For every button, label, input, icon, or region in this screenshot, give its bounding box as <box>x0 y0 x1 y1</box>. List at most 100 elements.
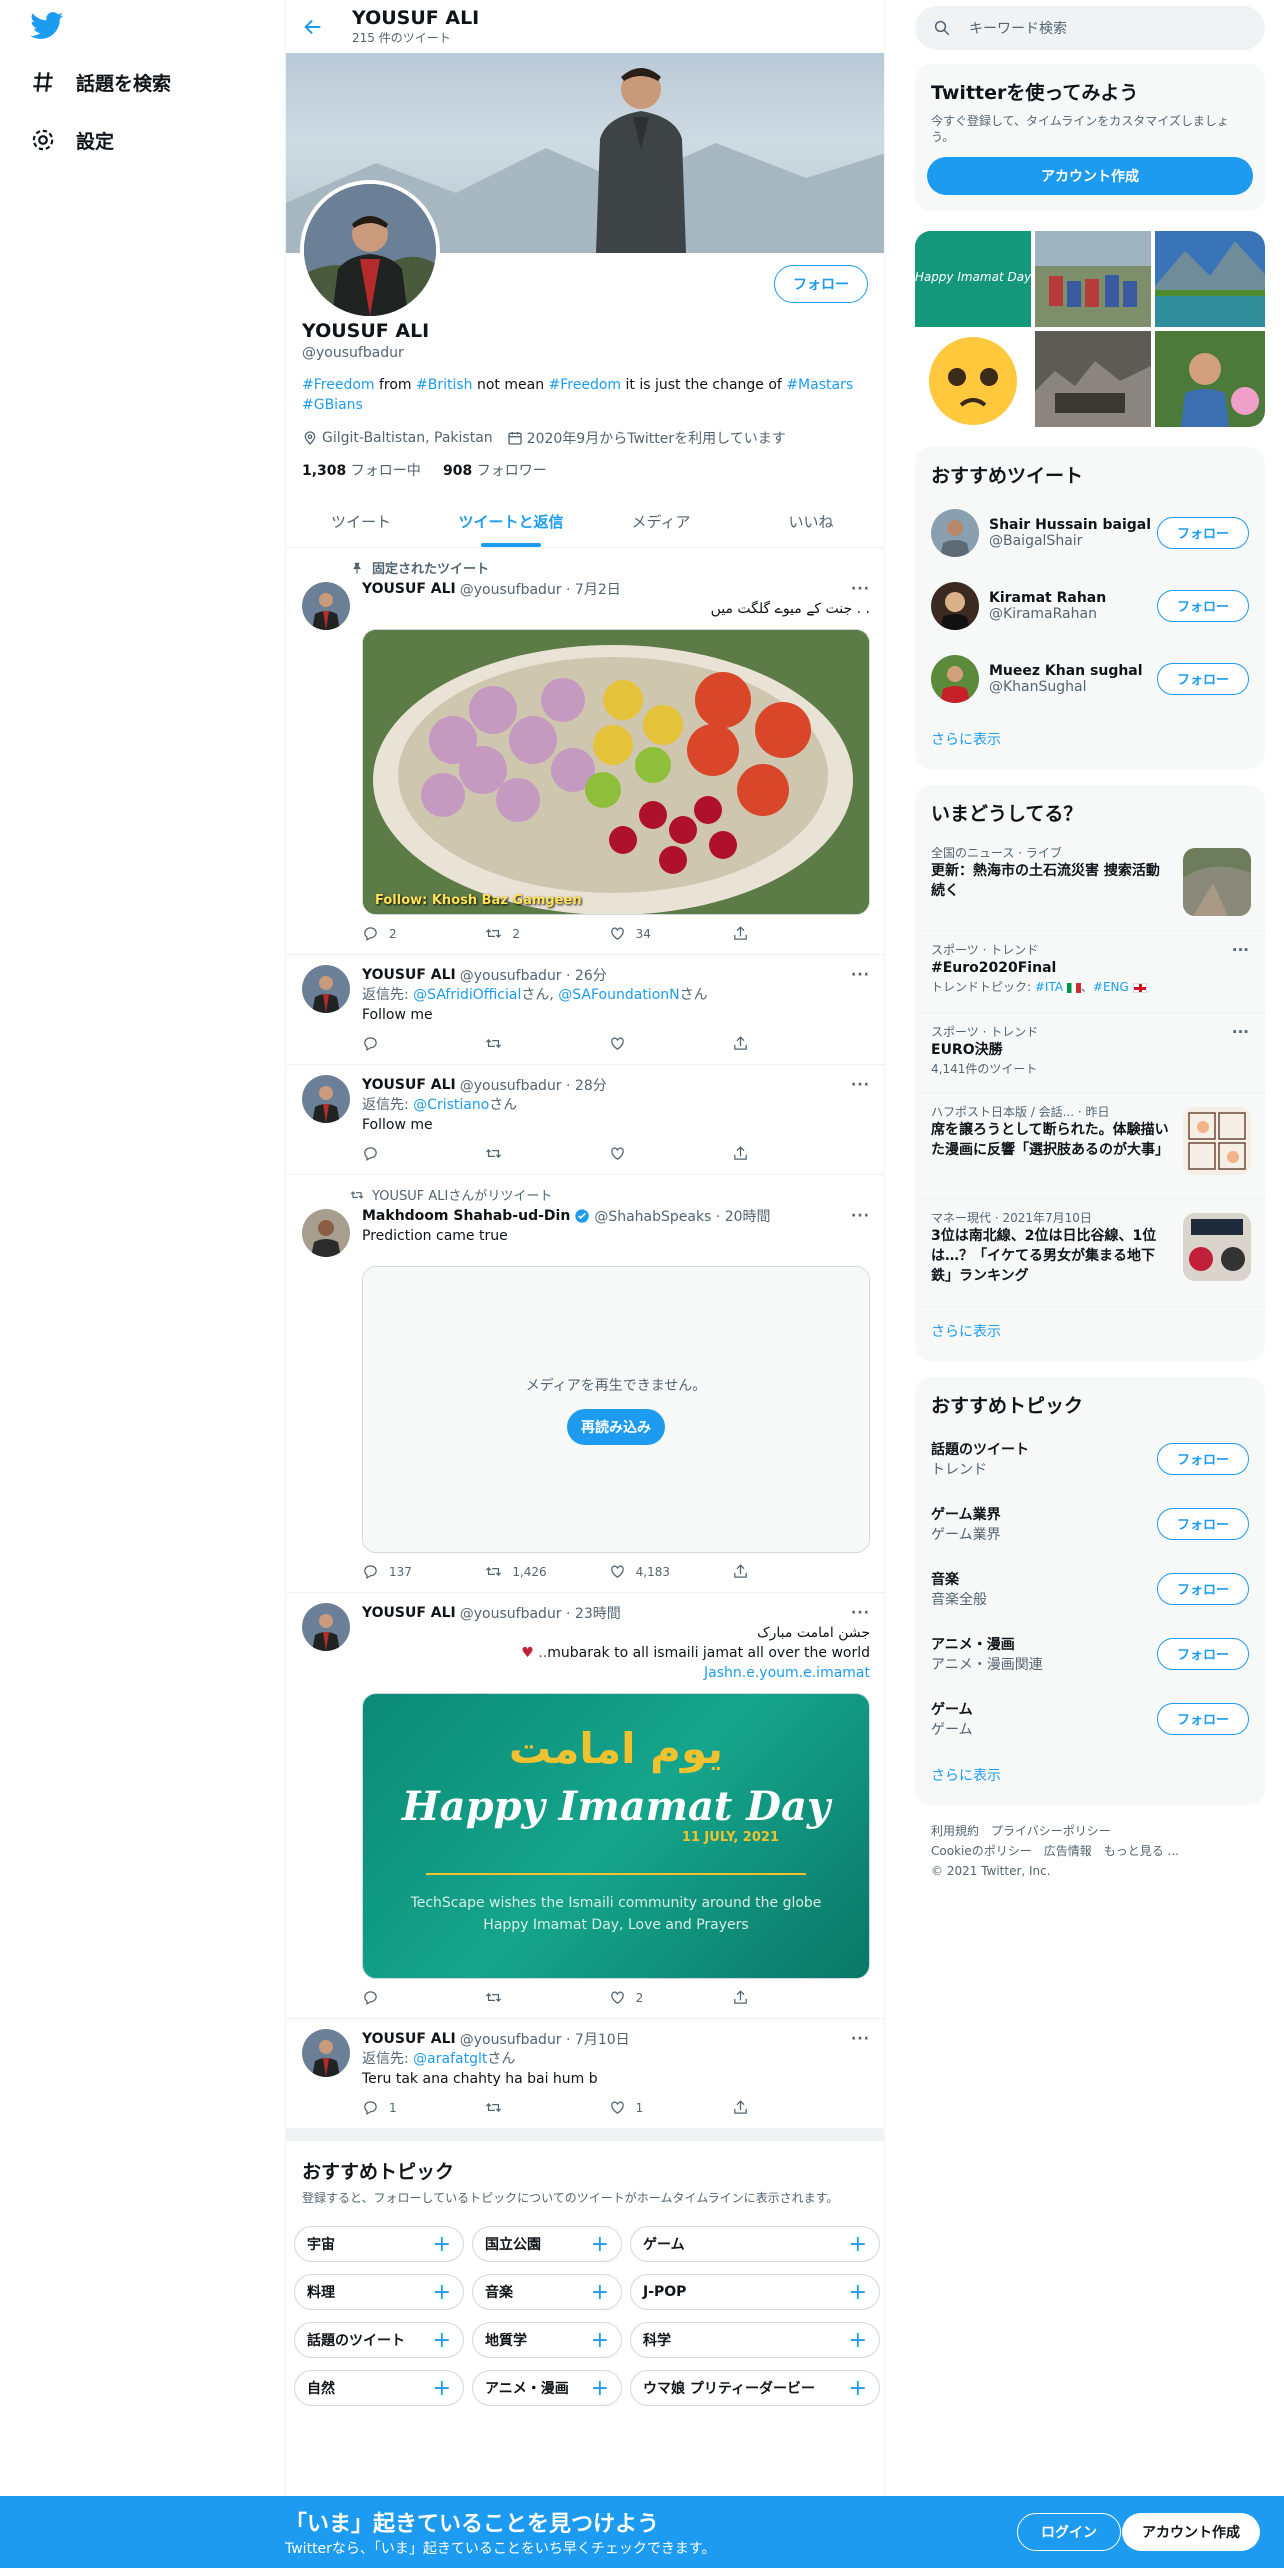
tweet-author-name[interactable]: YOUSUF ALI <box>362 581 456 597</box>
reply-button[interactable] <box>362 1035 432 1052</box>
rtopics-show-more-link[interactable]: さらに表示 <box>915 1751 1265 1805</box>
tweet-reply[interactable]: YOUSUF ALI @yousufbadur · 26分 ··· 返信先: @SA… <box>286 955 884 1065</box>
tweet-author-name[interactable]: YOUSUF ALI <box>362 1605 456 1621</box>
tweet-retweeted[interactable]: YOUSUF ALIさんがリツイート Makhdoom Shahab-ud-Di… <box>286 1175 884 1593</box>
tweet-pinned[interactable]: 固定されたツイート YOUSUF ALI @yousufbadur · 7月2日 ·… <box>286 548 884 955</box>
media-thumb-child[interactable] <box>1155 331 1265 427</box>
topic-chip[interactable]: 科学 + <box>630 2322 880 2358</box>
topic-chip[interactable]: 話題のツイート + <box>294 2322 464 2358</box>
login-button[interactable]: ログイン <box>1017 2513 1121 2551</box>
more-icon[interactable]: ··· <box>851 967 870 983</box>
topic-chip[interactable]: ウマ娘 プリティーダービー + <box>630 2370 880 2406</box>
mention-link[interactable]: @Cristiano <box>413 1097 489 1113</box>
trend-item[interactable]: ハフポスト日本版 / 会話... · 昨日 席を譲ろうとして断られた。体験描いた… <box>915 1092 1265 1198</box>
tweet-image[interactable]: یوم امامت Happy Imamat Day 11 JULY, 2021… <box>362 1693 870 1979</box>
media-thumb-ruins[interactable] <box>1035 331 1151 427</box>
tab-media[interactable]: メディア <box>586 495 736 547</box>
more-icon[interactable]: ··· <box>851 1605 870 1621</box>
who-row[interactable]: Shair Hussain baigal @BaigalShair フォロー <box>915 496 1265 569</box>
search-box[interactable]: キーワード検索 <box>915 6 1265 50</box>
tweet-imamat-day[interactable]: YOUSUF ALI @yousufbadur · 23時間 ··· جشن اما… <box>286 1593 884 2019</box>
tweet-handle-time[interactable]: @yousufbadur · 7月10日 <box>460 2029 630 2049</box>
tweet-handle-time[interactable]: @yousufbadur · 7月2日 <box>460 579 621 599</box>
topic-chip[interactable]: 料理 + <box>294 2274 464 2310</box>
bio-hashtag-link[interactable]: #Freedom <box>549 377 622 393</box>
who-name[interactable]: Mueez Khan sughal <box>989 663 1143 679</box>
nav-explore[interactable]: 話題を検索 <box>30 62 171 102</box>
tweet-author-name[interactable]: YOUSUF ALI <box>362 1077 456 1093</box>
share-button[interactable] <box>732 2099 802 2116</box>
signup-button[interactable]: アカウント作成 <box>927 157 1253 195</box>
topic-chip[interactable]: 音楽 + <box>472 2274 622 2310</box>
mention-link[interactable]: @SAFoundationN <box>558 987 679 1003</box>
reload-button[interactable]: 再読み込み <box>567 1408 665 1445</box>
share-button[interactable] <box>732 1563 802 1580</box>
avatar[interactable] <box>931 581 979 630</box>
tweet-handle-time[interactable]: @ShahabSpeaks · 20時間 <box>594 1206 770 1226</box>
topic-chip[interactable]: 自然 + <box>294 2370 464 2406</box>
like-button[interactable]: 4,183 <box>609 1563 679 1580</box>
more-icon[interactable]: ··· <box>1232 941 1249 959</box>
share-button[interactable] <box>732 1035 802 1052</box>
reply-button[interactable]: 1 <box>362 2099 432 2116</box>
topic-row[interactable]: ゲーム業界 ゲーム業界 フォロー <box>915 1491 1265 1556</box>
retweet-button[interactable] <box>485 1989 555 2006</box>
avatar[interactable] <box>302 1603 350 1651</box>
media-thumb-group[interactable] <box>1035 231 1151 327</box>
topic-chip[interactable]: アニメ・漫画 + <box>472 2370 622 2406</box>
share-button[interactable] <box>732 1989 802 2006</box>
share-button[interactable] <box>732 925 802 942</box>
trend-hashtag-link[interactable]: #ENG <box>1093 980 1129 994</box>
bio-hashtag-link[interactable]: #Mastars <box>786 377 853 393</box>
follow-button[interactable]: フォロー <box>1157 1507 1249 1540</box>
tab-likes[interactable]: いいね <box>736 495 884 547</box>
trends-show-more-link[interactable]: さらに表示 <box>915 1306 1265 1361</box>
topic-chip[interactable]: ゲーム + <box>630 2226 880 2262</box>
mention-link[interactable]: @SAfridiOfficial <box>413 987 521 1003</box>
followers-link[interactable]: 908 フォロワー <box>443 463 547 479</box>
who-row[interactable]: Kiramat Rahan @KiramaRahan フォロー <box>915 569 1265 642</box>
follow-button[interactable]: フォロー <box>1157 516 1249 549</box>
like-button[interactable] <box>609 1035 679 1052</box>
avatar[interactable] <box>302 965 350 1013</box>
more-icon[interactable]: ··· <box>1232 1023 1249 1041</box>
avatar[interactable] <box>302 1209 350 1257</box>
bio-hashtag-link[interactable]: #British <box>416 377 473 393</box>
retweet-button[interactable] <box>485 1145 555 1162</box>
who-name[interactable]: Kiramat Rahan <box>989 590 1106 606</box>
tweet-author-name[interactable]: YOUSUF ALI <box>362 967 456 983</box>
more-icon[interactable]: ··· <box>851 1077 870 1093</box>
follow-button[interactable]: フォロー <box>1157 589 1249 622</box>
topic-chip[interactable]: 地質学 + <box>472 2322 622 2358</box>
follow-button[interactable]: フォロー <box>1157 1637 1249 1670</box>
video-player[interactable]: メディアを再生できません。 再読み込み <box>362 1266 870 1553</box>
reply-button[interactable]: 137 <box>362 1563 432 1580</box>
follow-button[interactable]: フォロー <box>1157 1572 1249 1605</box>
tweet-handle-time[interactable]: @yousufbadur · 26分 <box>460 965 607 985</box>
topic-chip[interactable]: 国立公園 + <box>472 2226 622 2262</box>
who-name[interactable]: Shair Hussain baigal <box>989 517 1151 533</box>
bio-hashtag-link[interactable]: #GBians <box>302 397 363 413</box>
trend-item[interactable]: スポーツ · トレンド EURO決勝 4,141件のツイート ··· <box>915 1012 1265 1092</box>
tab-tweets[interactable]: ツイート <box>286 495 436 547</box>
tweet-reply[interactable]: YOUSUF ALI @yousufbadur · 7月10日 ··· 返信先: @… <box>286 2019 884 2129</box>
who-row[interactable]: Mueez Khan sughal @KhanSughal フォロー <box>915 642 1265 715</box>
like-button[interactable]: 34 <box>609 925 679 942</box>
topic-chip[interactable]: J-POP + <box>630 2274 880 2310</box>
profile-follow-button[interactable]: フォロー <box>774 265 868 303</box>
trend-item[interactable]: スポーツ · トレンド #Euro2020Final トレンドトピック: #IT… <box>915 930 1265 1012</box>
back-arrow-icon[interactable] <box>302 16 324 38</box>
topic-row[interactable]: 話題のツイート トレンド フォロー <box>915 1426 1265 1491</box>
trend-item[interactable]: 全国のニュース · ライブ 更新：熱海市の土石流災害 捜索活動続く <box>915 834 1265 930</box>
retweet-button[interactable]: 1,426 <box>485 1563 555 1580</box>
retweet-button[interactable] <box>485 1035 555 1052</box>
media-thumb-emoji[interactable] <box>915 331 1031 427</box>
mention-link[interactable]: @arafatglt <box>413 2051 487 2067</box>
tweet-image[interactable]: Follow: Khosh Baz Gamgeen <box>362 629 870 915</box>
tab-tweets-and-replies[interactable]: ツイートと返信 <box>436 495 586 547</box>
who-show-more-link[interactable]: さらに表示 <box>915 715 1265 769</box>
topic-chip[interactable]: 宇宙 + <box>294 2226 464 2262</box>
avatar[interactable] <box>302 1075 350 1123</box>
footer-line2[interactable]: Cookieのポリシー 広告情報 もっと見る ... <box>931 1841 1249 1861</box>
topic-row[interactable]: ゲーム ゲーム フォロー <box>915 1686 1265 1751</box>
